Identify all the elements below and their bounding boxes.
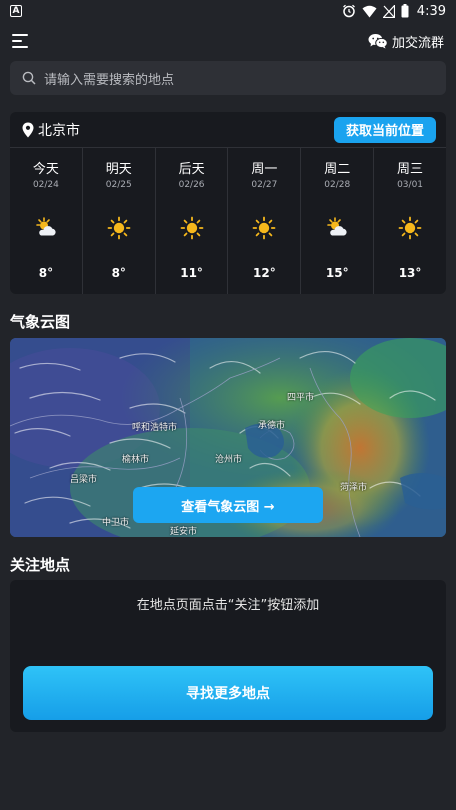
app-header: 加交流群 — [0, 26, 456, 56]
forecast-day[interactable]: 今天 02/24 8° — [10, 148, 83, 294]
day-temp: 8° — [38, 266, 54, 280]
map-city-label: 四平市 — [287, 393, 315, 403]
day-temp: 8° — [111, 266, 126, 280]
sunny-icon — [180, 216, 203, 240]
sunny-icon — [107, 216, 131, 240]
search-icon — [22, 71, 36, 85]
map-city-label: 中卫市 — [102, 518, 130, 528]
day-date: 02/27 — [251, 180, 278, 190]
get-location-button[interactable]: 获取当前位置 — [333, 116, 436, 143]
sunny-icon — [252, 216, 276, 240]
forecast-day[interactable]: 周一 02/27 12° — [228, 148, 302, 294]
day-temp: 11° — [180, 266, 203, 280]
status-bar: A 4:39 — [0, 0, 456, 22]
forecast-day[interactable]: 周二 02/28 15° — [301, 148, 375, 294]
cloud-map[interactable]: 呼和浩特市 承德市 四平市 沧州市 榆林市 吕梁市 中卫市 延安市 菏泽市 查看… — [10, 338, 446, 537]
day-date: 02/26 — [178, 180, 205, 190]
day-name: 周三 — [397, 162, 424, 177]
join-group-button[interactable]: 加交流群 — [368, 32, 444, 51]
follow-card: 在地点页面点击“关注”按钮添加 寻找更多地点 — [10, 580, 446, 732]
day-name: 明天 — [105, 162, 132, 177]
partly-cloudy-icon — [327, 217, 347, 236]
signal-icon — [382, 4, 395, 18]
day-name: 周二 — [324, 162, 351, 177]
day-name: 后天 — [178, 162, 205, 177]
map-city-label: 延安市 — [170, 527, 198, 537]
search-input[interactable]: 请输入需要搜索的地点 — [44, 69, 174, 88]
battery-icon — [401, 4, 409, 18]
wechat-icon — [368, 34, 388, 49]
cloud-map-title: 气象云图 — [10, 313, 71, 331]
partly-cloudy-icon — [36, 217, 56, 236]
location-pin-icon — [22, 122, 34, 137]
sunny-icon — [398, 216, 422, 240]
city-name: 北京市 — [38, 122, 80, 139]
forecast-card: 北京市 获取当前位置 今天 02/24 8° 明天 02/25 8° 后天 02… — [10, 112, 446, 294]
day-temp: 15° — [325, 266, 349, 280]
map-city-label: 承德市 — [258, 421, 286, 431]
search-bar[interactable]: 请输入需要搜索的地点 — [10, 61, 446, 95]
day-name: 今天 — [32, 162, 59, 177]
day-date: 02/28 — [324, 180, 351, 190]
day-temp: 12° — [253, 266, 276, 280]
map-city-label: 呼和浩特市 — [132, 423, 178, 433]
location-row: 北京市 获取当前位置 — [10, 112, 446, 148]
forecast-day[interactable]: 后天 02/26 11° — [156, 148, 229, 294]
day-date: 03/01 — [397, 180, 424, 190]
join-group-label: 加交流群 — [391, 35, 444, 51]
follow-section-title: 关注地点 — [10, 556, 71, 574]
alarm-icon — [342, 4, 355, 18]
day-date: 02/25 — [105, 180, 132, 190]
day-name: 周一 — [251, 162, 278, 177]
map-city-label: 吕梁市 — [70, 475, 98, 485]
clock: 4:39 — [416, 3, 446, 19]
day-date: 02/24 — [32, 180, 59, 190]
map-city-label: 沧州市 — [215, 455, 243, 465]
find-more-locations-button[interactable]: 寻找更多地点 — [23, 666, 433, 720]
map-city-label: 榆林市 — [122, 455, 150, 465]
day-temp: 13° — [398, 266, 422, 280]
forecast-days: 今天 02/24 8° 明天 02/25 8° 后天 02/26 11° 周一 … — [10, 148, 446, 294]
forecast-day[interactable]: 明天 02/25 8° — [83, 148, 156, 294]
wifi-icon — [362, 5, 377, 17]
forecast-day[interactable]: 周三 03/01 13° — [374, 148, 446, 294]
notification-icon: A — [10, 5, 22, 17]
follow-hint: 在地点页面点击“关注”按钮添加 — [136, 598, 320, 613]
hamburger-menu-icon[interactable] — [12, 34, 30, 48]
map-city-label: 菏泽市 — [340, 483, 368, 493]
view-cloud-map-button[interactable]: 查看气象云图 → — [133, 487, 323, 523]
